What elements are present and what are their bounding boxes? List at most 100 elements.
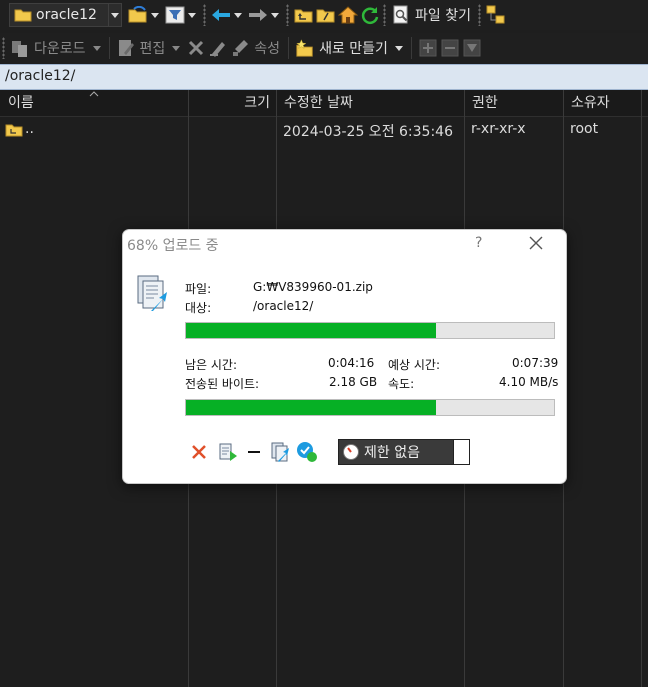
row-owner: root: [570, 121, 599, 137]
edit-label: 편집: [139, 41, 166, 57]
parent-folder-icon: [294, 5, 314, 25]
column-divider: [641, 90, 642, 687]
toolbar-grip: [203, 4, 206, 26]
find-files-label: 파일 찾기: [415, 8, 471, 24]
forward-button[interactable]: [248, 2, 283, 28]
column-name-label: 이름: [8, 95, 34, 111]
toolbar-grip: [383, 4, 386, 26]
column-owner-label: 소유자: [571, 95, 610, 111]
cancel-icon[interactable]: [190, 443, 208, 461]
add-button[interactable]: [418, 35, 438, 61]
speed-limit-label: 제한 없음: [364, 445, 420, 461]
properties-button[interactable]: 속성: [230, 35, 284, 61]
toolbar-grip: [286, 4, 289, 26]
minimize-icon[interactable]: [247, 445, 261, 459]
location-text: oracle12: [36, 7, 97, 23]
target-label: 대상:: [185, 301, 212, 315]
toolbar-grip: [477, 4, 481, 26]
main-toolbar: oracle12 파일 찾기: [0, 0, 648, 30]
delete-button[interactable]: [186, 35, 206, 61]
rename-button[interactable]: [208, 35, 228, 61]
delete-icon: [186, 38, 206, 58]
est-time-value: 0:07:39: [512, 356, 559, 370]
parent-folder-button[interactable]: [294, 2, 314, 28]
location-dropdown-button[interactable]: [108, 3, 122, 27]
arrow-right-icon: [248, 5, 268, 25]
column-header-size[interactable]: 크기: [188, 90, 276, 117]
parent-directory-icon: [5, 124, 23, 137]
bytes-value: 2.18 GB: [329, 375, 378, 389]
column-modified-label: 수정한 날짜: [284, 95, 353, 111]
location-combo[interactable]: oracle12: [9, 2, 122, 28]
new-label: 새로 만들기: [319, 41, 388, 57]
row-name: ..: [25, 121, 34, 137]
root-folder-button[interactable]: [316, 2, 336, 28]
current-path: /oracle12/: [5, 68, 76, 84]
est-time-label: 예상 시간:: [388, 358, 441, 372]
help-button[interactable]: ?: [475, 235, 482, 251]
sort-ascending-icon: [89, 91, 99, 97]
speed-limit-knob[interactable]: [453, 440, 469, 464]
remove-button[interactable]: [440, 35, 460, 61]
toolbar-divider: [410, 37, 412, 59]
column-rights-label: 권한: [472, 95, 498, 111]
back-button[interactable]: [211, 2, 246, 28]
column-header-rights[interactable]: 권한: [464, 90, 563, 117]
queue-transfer-icon[interactable]: [270, 441, 292, 463]
filter-icon: [165, 5, 185, 25]
close-icon[interactable]: [528, 235, 544, 251]
folder-tree-icon: [486, 5, 506, 25]
column-header-owner[interactable]: 소유자: [563, 90, 648, 117]
funnel-icon: [462, 38, 482, 58]
target-value: /oracle12/: [253, 299, 314, 313]
edit-button[interactable]: 편집: [116, 35, 185, 61]
properties-icon: [230, 38, 250, 58]
refresh-button[interactable]: [360, 2, 380, 28]
speed-limit-dropdown[interactable]: 제한 없음: [338, 439, 470, 465]
minus-icon: [440, 38, 460, 58]
file-progress-fill: [186, 323, 437, 338]
speed-value: 4.10 MB/s: [499, 375, 559, 389]
download-label: 다운로드: [34, 41, 86, 57]
speedometer-icon: [343, 444, 359, 460]
total-progress-bar: [185, 399, 555, 416]
edit-icon: [116, 38, 136, 58]
open-folder-button[interactable]: [128, 2, 163, 28]
check-complete-icon[interactable]: [296, 441, 318, 463]
download-icon: [10, 38, 30, 58]
file-label: 파일:: [185, 282, 212, 296]
refresh-icon: [360, 5, 380, 25]
row-modified: 2024-03-25 오전 6:35:46: [283, 124, 453, 140]
path-bar[interactable]: /oracle12/: [0, 64, 648, 90]
file-toolbar: 다운로드 편집 속성 새로 만들기: [0, 33, 648, 63]
dialog-title: 68% 업로드 중: [127, 238, 219, 254]
root-folder-icon: [316, 5, 336, 25]
home-icon: [338, 5, 358, 25]
download-button[interactable]: 다운로드: [10, 35, 105, 61]
find-files-icon: [391, 5, 411, 25]
column-header-modified[interactable]: 수정한 날짜: [276, 90, 464, 117]
speed-label: 속도:: [388, 377, 415, 391]
time-left-label: 남은 시간:: [185, 358, 238, 372]
toolbar-divider: [108, 37, 110, 59]
open-folder-icon: [128, 5, 148, 25]
background-transfer-icon[interactable]: [218, 442, 238, 462]
rename-icon: [208, 38, 228, 58]
plus-icon: [418, 38, 438, 58]
properties-label: 속성: [254, 41, 281, 57]
new-item-icon: [295, 38, 315, 58]
arrow-left-icon: [211, 5, 231, 25]
total-progress-fill: [186, 400, 437, 415]
new-button[interactable]: 새로 만들기: [295, 35, 407, 61]
folder-icon: [14, 5, 32, 25]
upload-progress-dialog: 68% 업로드 중 ? 파일: G:₩V839960-01.zip 대상: /o…: [122, 229, 567, 484]
home-button[interactable]: [338, 2, 358, 28]
filter-button[interactable]: [165, 2, 200, 28]
tree-button[interactable]: [486, 2, 506, 28]
file-value: G:₩V839960-01.zip: [253, 280, 373, 294]
time-left-value: 0:04:16: [328, 356, 375, 370]
row-rights: r-xr-xr-x: [471, 121, 526, 137]
filter-mask-button[interactable]: [462, 35, 482, 61]
find-files-button[interactable]: 파일 찾기: [391, 2, 475, 28]
upload-file-icon: [137, 275, 167, 311]
